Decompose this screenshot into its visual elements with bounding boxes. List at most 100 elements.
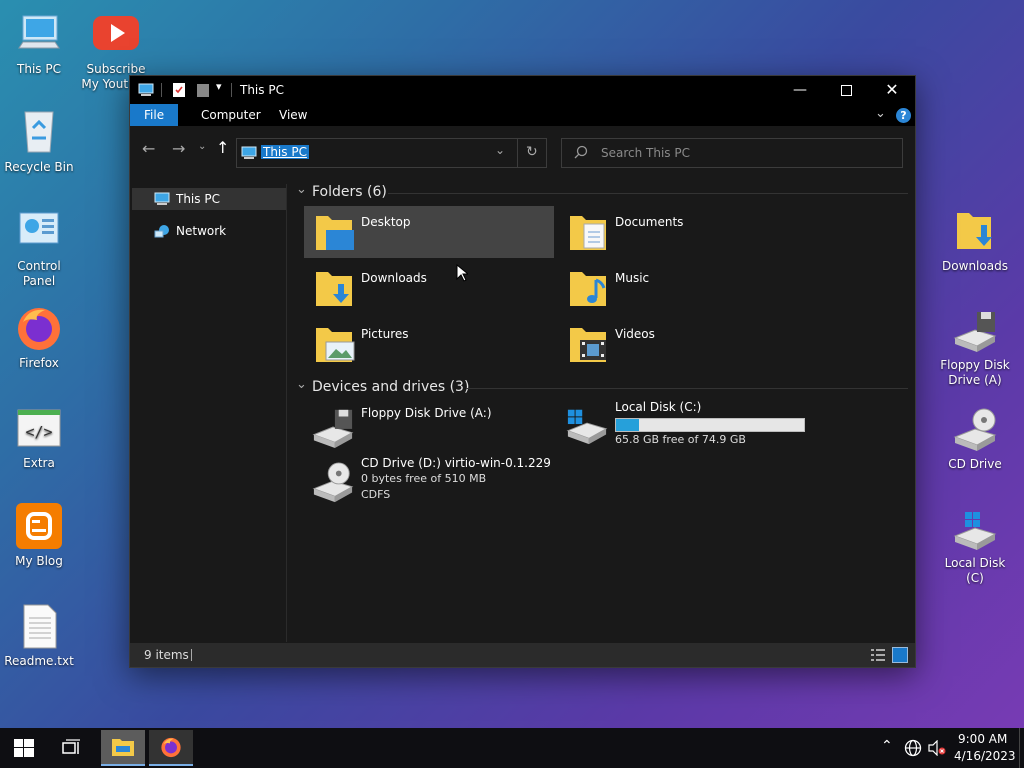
drive-label: Floppy Disk Drive (A:) xyxy=(361,406,492,420)
nav-item-this-pc[interactable]: This PC xyxy=(132,188,286,210)
control-panel-icon xyxy=(15,207,63,255)
collapse-chevron-icon[interactable]: ⌄ xyxy=(296,377,307,392)
folder-desktop[interactable]: Desktop xyxy=(304,206,554,258)
details-view-icon[interactable] xyxy=(870,648,886,665)
youtube-icon xyxy=(92,10,140,58)
maximize-icon xyxy=(840,84,852,96)
desktop-icon-recycle-bin[interactable]: Recycle Bin xyxy=(1,108,77,175)
desktop-icon-firefox[interactable]: Firefox xyxy=(1,304,77,371)
desktop-icon-label: This PC xyxy=(17,62,61,76)
ribbon-tabs: File Computer View ⌄ ? xyxy=(130,104,915,126)
svg-text:</>: </> xyxy=(25,423,52,441)
show-hidden-icons-chevron[interactable]: ⌃ xyxy=(881,738,893,754)
tab-file[interactable]: File xyxy=(130,104,179,126)
desktop-icon-this-pc[interactable]: This PC xyxy=(1,10,77,77)
chevron-down-icon[interactable]: ⌄ xyxy=(875,106,886,121)
drive-usage-bar xyxy=(615,418,805,432)
folders-group-header[interactable]: Folders (6) xyxy=(312,184,387,200)
taskbar-file-explorer[interactable] xyxy=(101,730,145,766)
desktop-icon-readme[interactable]: Readme.txt xyxy=(1,602,77,669)
recent-locations-icon[interactable]: ⌄ xyxy=(198,141,206,152)
maximize-button[interactable] xyxy=(823,76,869,104)
desktop-icon-label: Local Disk (C) xyxy=(944,556,1006,585)
pc-icon xyxy=(138,82,154,101)
desktop-icon-label: Control Panel xyxy=(17,259,61,288)
desktop-icon-my-blog[interactable]: My Blog xyxy=(1,502,77,569)
nav-item-label: Network xyxy=(176,224,227,238)
content-area: ⌄ Folders (6) Desktop Documents Download… xyxy=(288,182,914,642)
downloads-folder-icon xyxy=(951,207,999,255)
folder-label: Desktop xyxy=(361,215,411,229)
clock-date[interactable]: 4/16/2023 xyxy=(954,749,1016,763)
start-windows-icon[interactable] xyxy=(14,739,34,760)
taskbar-firefox[interactable] xyxy=(149,730,193,766)
desktop-folder-icon xyxy=(314,210,356,257)
volume-muted-icon[interactable] xyxy=(928,739,946,759)
navigation-pane: This PC Network xyxy=(130,184,287,642)
drive-free-space: 0 bytes free of 510 MB xyxy=(361,472,487,485)
chevron-down-icon[interactable]: ▾ xyxy=(216,80,222,93)
address-text[interactable]: This PC xyxy=(261,145,309,159)
desktop-icon-cd-drive[interactable]: CD Drive xyxy=(937,405,1013,472)
search-input[interactable]: Search This PC xyxy=(601,146,690,160)
downloads-folder-icon xyxy=(314,266,356,313)
drive-free-space: 65.8 GB free of 74.9 GB xyxy=(615,433,746,446)
forward-arrow-icon[interactable]: → xyxy=(172,139,185,158)
folder-videos[interactable]: Videos xyxy=(558,318,808,370)
search-box[interactable]: Search This PC xyxy=(561,138,903,168)
folder-pictures[interactable]: Pictures xyxy=(304,318,554,370)
drive-floppy[interactable]: Floppy Disk Drive (A:) xyxy=(304,404,554,450)
item-count: 9 items xyxy=(144,648,189,662)
desktop-icon-label: Extra xyxy=(23,456,55,470)
nav-item-network[interactable]: Network xyxy=(132,220,286,242)
desktop-icon-floppy[interactable]: Floppy Disk Drive (A) xyxy=(937,306,1013,388)
show-desktop-button[interactable] xyxy=(1019,728,1024,768)
file-explorer-window: ▾ This PC — ✕ File Computer View ⌄ ? ← →… xyxy=(129,75,916,668)
drive-local-disk-c[interactable]: Local Disk (C:) 65.8 GB free of 74.9 GB xyxy=(558,398,808,450)
drive-label: Local Disk (C:) xyxy=(615,400,702,414)
network-globe-icon[interactable] xyxy=(904,739,922,760)
refresh-icon[interactable]: ↻ xyxy=(526,144,538,160)
floppy-drive-icon xyxy=(951,306,999,354)
new-folder-icon[interactable] xyxy=(196,82,210,101)
desktop-icon-extra[interactable]: </> Extra xyxy=(1,404,77,471)
separator xyxy=(231,83,232,97)
properties-icon[interactable] xyxy=(172,82,186,101)
desktop-icon-control-panel[interactable]: Control Panel xyxy=(1,207,77,289)
pictures-folder-icon xyxy=(314,322,356,369)
title-bar[interactable]: ▾ This PC — ✕ xyxy=(130,76,915,104)
close-button[interactable]: ✕ xyxy=(869,76,915,104)
search-icon xyxy=(574,145,588,162)
local-disk-icon xyxy=(564,404,610,449)
desktop-icon-local-disk[interactable]: Local Disk (C) xyxy=(937,504,1013,586)
back-arrow-icon[interactable]: ← xyxy=(142,139,155,158)
taskbar: ⌃ 9:00 AM 4/16/2023 xyxy=(0,728,1024,768)
folder-documents[interactable]: Documents xyxy=(558,206,808,258)
desktop-icon-label: Floppy Disk Drive (A) xyxy=(940,358,1010,387)
task-view-icon[interactable] xyxy=(62,739,82,760)
tab-view[interactable]: View xyxy=(265,104,321,126)
divider xyxy=(466,388,908,389)
videos-folder-icon xyxy=(568,322,610,369)
help-icon[interactable]: ? xyxy=(896,108,911,123)
folder-music[interactable]: Music xyxy=(558,262,808,314)
collapse-chevron-icon[interactable]: ⌄ xyxy=(296,182,307,197)
drives-group-header[interactable]: Devices and drives (3) xyxy=(312,379,469,395)
desktop-icon-downloads[interactable]: Downloads xyxy=(937,207,1013,274)
folder-downloads[interactable]: Downloads xyxy=(304,262,554,314)
music-folder-icon xyxy=(568,266,610,313)
up-arrow-icon[interactable]: ↑ xyxy=(216,138,229,157)
recycle-bin-icon xyxy=(15,108,63,156)
desktop-icon-label: Downloads xyxy=(942,259,1008,273)
minimize-button[interactable]: — xyxy=(777,76,823,104)
address-bar[interactable]: This PC ⌄ ↻ xyxy=(236,138,547,168)
local-disk-icon xyxy=(951,504,999,552)
text-file-icon xyxy=(15,602,63,650)
code-file-icon: </> xyxy=(15,404,63,452)
large-icons-view-icon[interactable] xyxy=(892,647,908,663)
chevron-down-icon[interactable]: ⌄ xyxy=(495,143,505,157)
clock-time[interactable]: 9:00 AM xyxy=(958,732,1007,746)
tab-computer[interactable]: Computer xyxy=(187,104,275,126)
drive-cd-d[interactable]: CD Drive (D:) virtio-win-0.1.229 0 bytes… xyxy=(304,454,554,510)
file-explorer-icon xyxy=(111,737,135,760)
